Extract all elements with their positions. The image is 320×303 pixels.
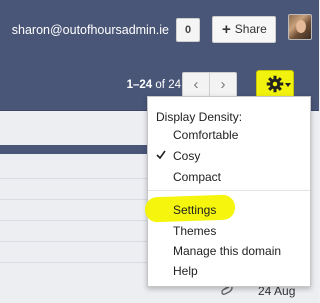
list-row-divider <box>0 178 150 179</box>
menu-item-cosy[interactable]: Cosy <box>148 146 310 166</box>
display-density-heading: Display Density: <box>156 110 243 124</box>
plus-icon: + <box>222 21 231 38</box>
pager-range: 1–24 <box>126 79 153 91</box>
share-button[interactable]: + Share <box>212 16 276 43</box>
menu-separator <box>148 190 310 191</box>
chevron-right-icon: › <box>220 76 226 93</box>
pager-text: 1–24 of 24 <box>127 79 181 91</box>
menu-item-manage-domain[interactable]: Manage this domain <box>148 241 310 261</box>
menu-item-help[interactable]: Help <box>148 261 310 281</box>
list-row-divider <box>0 199 150 200</box>
list-row-divider <box>0 220 150 221</box>
menu-item-settings[interactable]: Settings <box>148 200 310 220</box>
menu-item-themes[interactable]: Themes <box>148 221 310 241</box>
menu-item-cosy-label: Cosy <box>173 149 201 163</box>
chevron-left-icon: ‹ <box>193 76 199 93</box>
menu-item-comfortable[interactable]: Comfortable <box>148 125 310 145</box>
gmail-window: sharon@outofhoursadmin.ie 0 + Share 1–24 … <box>0 0 319 303</box>
older-button[interactable]: › <box>209 72 237 98</box>
notification-count-button[interactable]: 0 <box>176 18 200 42</box>
avatar-face <box>296 20 306 33</box>
share-label: Share <box>234 22 267 36</box>
pager-of: of <box>155 79 165 91</box>
avatar[interactable] <box>288 14 312 40</box>
newer-button[interactable]: ‹ <box>182 72 210 98</box>
settings-menu: Display Density: Comfortable Cosy Compac… <box>144 96 311 287</box>
list-row-divider <box>0 262 150 263</box>
list-header-bar <box>0 145 150 154</box>
list-row-divider <box>0 241 150 242</box>
gear-icon <box>266 75 284 93</box>
pager-total: 24 <box>168 79 181 91</box>
menu-item-compact[interactable]: Compact <box>148 167 310 187</box>
chevron-down-icon <box>285 83 291 87</box>
account-email[interactable]: sharon@outofhoursadmin.ie <box>12 23 169 37</box>
check-icon <box>156 150 166 160</box>
